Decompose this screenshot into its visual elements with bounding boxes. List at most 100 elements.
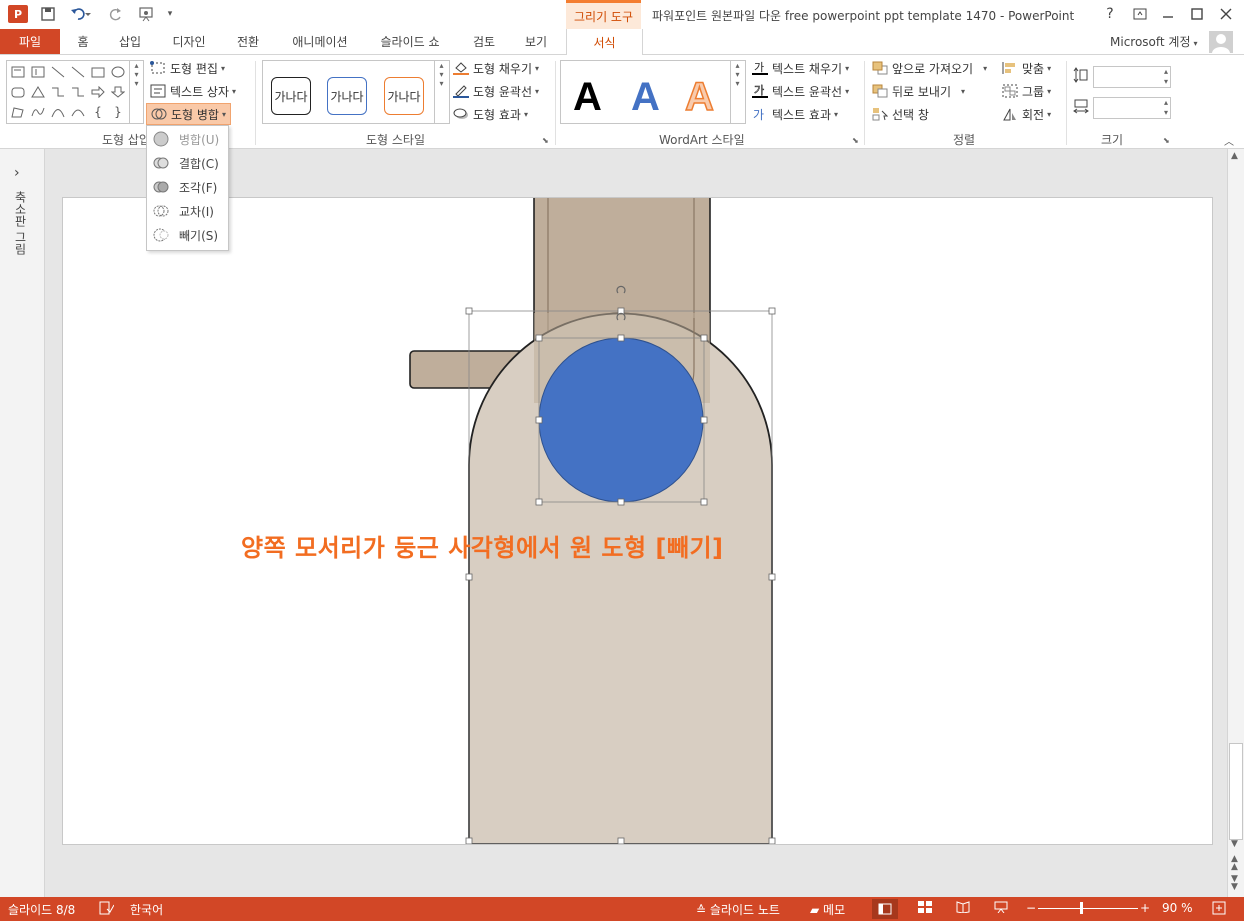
tab-file[interactable]: 파일 [0,29,60,54]
menu-item-fragment[interactable]: 조각(F) [151,176,223,198]
maximize-icon[interactable] [1185,4,1209,24]
arc-shape-icon[interactable] [50,104,66,120]
shapes-gallery[interactable]: { } ▴ ▾ ▾ [6,60,144,124]
help-button[interactable]: ? [1098,4,1122,24]
start-slideshow-icon[interactable] [134,4,164,24]
shape-effects-button[interactable]: 도형 효과 ▾ [453,104,528,124]
shape-style-orange-outline[interactable]: 가나다 [384,77,424,115]
rectangle-shape-icon[interactable] [90,64,106,80]
shape-outline-button[interactable]: 도형 윤곽선 ▾ [453,81,539,101]
down-arrow-shape-icon[interactable] [110,84,126,100]
normal-view-icon[interactable] [872,899,898,919]
shape-styles-dialog-launcher-icon[interactable]: ⬊ [542,136,549,145]
text-effects-button[interactable]: 가 텍스트 효과 ▾ [752,104,838,124]
curve-shape-icon[interactable] [30,104,46,120]
slide-sorter-icon[interactable] [918,901,932,916]
powerpoint-app-icon[interactable]: P [8,5,28,23]
zoom-slider[interactable] [1038,908,1138,909]
zoom-in-icon[interactable]: + [1140,901,1150,915]
zoom-level[interactable]: 90 % [1162,901,1193,915]
tab-format[interactable]: 서식 [566,29,643,55]
tab-view[interactable]: 보기 [514,29,558,54]
scroll-up-icon[interactable]: ▲ [1231,151,1238,161]
send-backward-button[interactable]: 뒤로 보내기 ▾ [872,81,965,101]
minimize-icon[interactable] [1156,4,1180,24]
tab-design[interactable]: 디자인 [160,29,218,54]
wordart-style-blue[interactable]: A [631,75,660,120]
menu-item-union[interactable]: 병합(U) [151,128,223,150]
wordart-style-black[interactable]: A [573,75,602,120]
elbow-arrow-connector-icon[interactable] [70,84,86,100]
slide[interactable]: 양쪽 모서리가 둥근 사각형에서 원 도형 [빼기] [62,197,1213,845]
elbow-connector-icon[interactable] [50,84,66,100]
triangle-shape-icon[interactable] [30,84,46,100]
expand-thumbnails-icon[interactable]: › [14,165,20,181]
tab-insert[interactable]: 삽입 [108,29,152,54]
merge-shapes-button[interactable]: 도형 병합 ▾ [146,103,231,125]
line-shape-icon[interactable] [50,64,66,80]
shape-style-black-outline[interactable]: 가나다 [271,77,311,115]
language-status[interactable]: 한국어 [130,901,163,918]
vertical-textbox-shape-icon[interactable] [30,64,46,80]
tab-animations[interactable]: 애니메이션 [280,29,360,54]
shape-fill-button[interactable]: 도형 채우기 ▾ [453,58,539,78]
wordart-styles-gallery[interactable]: A A A ▴ ▾ ▾ [560,60,746,124]
slide-number-status[interactable]: 슬라이드 8/8 [8,901,75,918]
arrow-line-shape-icon[interactable] [70,64,86,80]
avatar[interactable] [1209,31,1233,53]
previous-slide-icon[interactable]: ▲ ▲ [1231,855,1238,872]
save-icon[interactable] [38,4,58,24]
tab-transitions[interactable]: 전환 [226,29,270,54]
edit-shape-button[interactable]: 도형 편집 ▾ [150,58,225,78]
rounded-rect-shape-icon[interactable] [10,84,26,100]
shape-styles-gallery[interactable]: 가나다 가나다 가나다 ▴ ▾ ▾ [262,60,450,124]
wordart-style-orange-outline[interactable]: A [684,74,714,120]
close-icon[interactable] [1214,4,1238,24]
text-outline-button[interactable]: 가 텍스트 윤곽선 ▾ [752,81,849,101]
oval-shape-icon[interactable] [110,64,126,80]
spell-check-icon[interactable] [98,900,115,919]
slide-caption[interactable]: 양쪽 모서리가 둥근 사각형에서 원 도형 [빼기] [241,528,724,563]
left-brace-shape-icon[interactable]: { [90,104,106,120]
menu-item-combine[interactable]: 결합(C) [151,152,223,174]
rotate-button[interactable]: 회전 ▾ [1002,104,1051,124]
right-arrow-shape-icon[interactable] [90,84,106,100]
wordart-dialog-launcher-icon[interactable]: ⬊ [852,136,859,145]
freeform-shape-icon[interactable] [10,104,26,120]
size-dialog-launcher-icon[interactable]: ⬊ [1163,136,1170,145]
account-label[interactable]: Microsoft 계정 [1110,35,1191,49]
tab-home[interactable]: 홈 [68,29,98,54]
wave-shape-icon[interactable] [70,104,86,120]
align-button[interactable]: 맞춤 ▾ [1002,58,1051,78]
redo-icon[interactable] [106,4,126,24]
slideshow-view-icon[interactable] [994,901,1008,916]
tab-review[interactable]: 검토 [462,29,506,54]
tab-slideshow[interactable]: 슬라이드 쇼 [370,29,450,54]
shapes-gallery-scroll[interactable]: ▴ ▾ ▾ [129,61,143,123]
comments-button[interactable]: ▰ 메모 [810,901,845,918]
vertical-scroll-thumb[interactable] [1229,743,1243,840]
reading-view-icon[interactable] [956,901,970,916]
ribbon-display-options-icon[interactable] [1128,4,1152,24]
thumbnails-caption[interactable]: 축소판 그림 [12,191,29,255]
text-fill-button[interactable]: 가 텍스트 채우기 ▾ [752,58,849,78]
right-brace-shape-icon[interactable]: } [110,104,126,120]
collapse-ribbon-icon[interactable]: ︿ [1224,133,1234,148]
scroll-down-icon[interactable]: ▼ [1231,839,1238,849]
selection-pane-button[interactable]: 선택 창 [872,104,929,124]
shape-style-blue-outline[interactable]: 가나다 [327,77,367,115]
menu-item-intersect[interactable]: 교차(I) [151,200,223,222]
shape-width-input[interactable] [1093,97,1171,119]
textbox-shape-icon[interactable] [10,64,26,80]
wordart-styles-scroll[interactable]: ▴ ▾ ▾ [730,61,744,123]
zoom-slider-thumb[interactable] [1080,902,1083,914]
zoom-out-icon[interactable]: − [1026,901,1036,915]
notes-button[interactable]: ≙ 슬라이드 노트 [696,901,780,918]
undo-icon[interactable] [66,4,96,24]
menu-item-subtract[interactable]: 빼기(S) [151,224,223,246]
next-slide-icon[interactable]: ▼ ▼ [1231,875,1238,892]
fit-slide-icon[interactable] [1212,901,1226,918]
shape-height-input[interactable] [1093,66,1171,88]
shape-styles-scroll[interactable]: ▴ ▾ ▾ [434,61,448,123]
customize-toolbar-icon[interactable]: ▾ [164,4,176,24]
